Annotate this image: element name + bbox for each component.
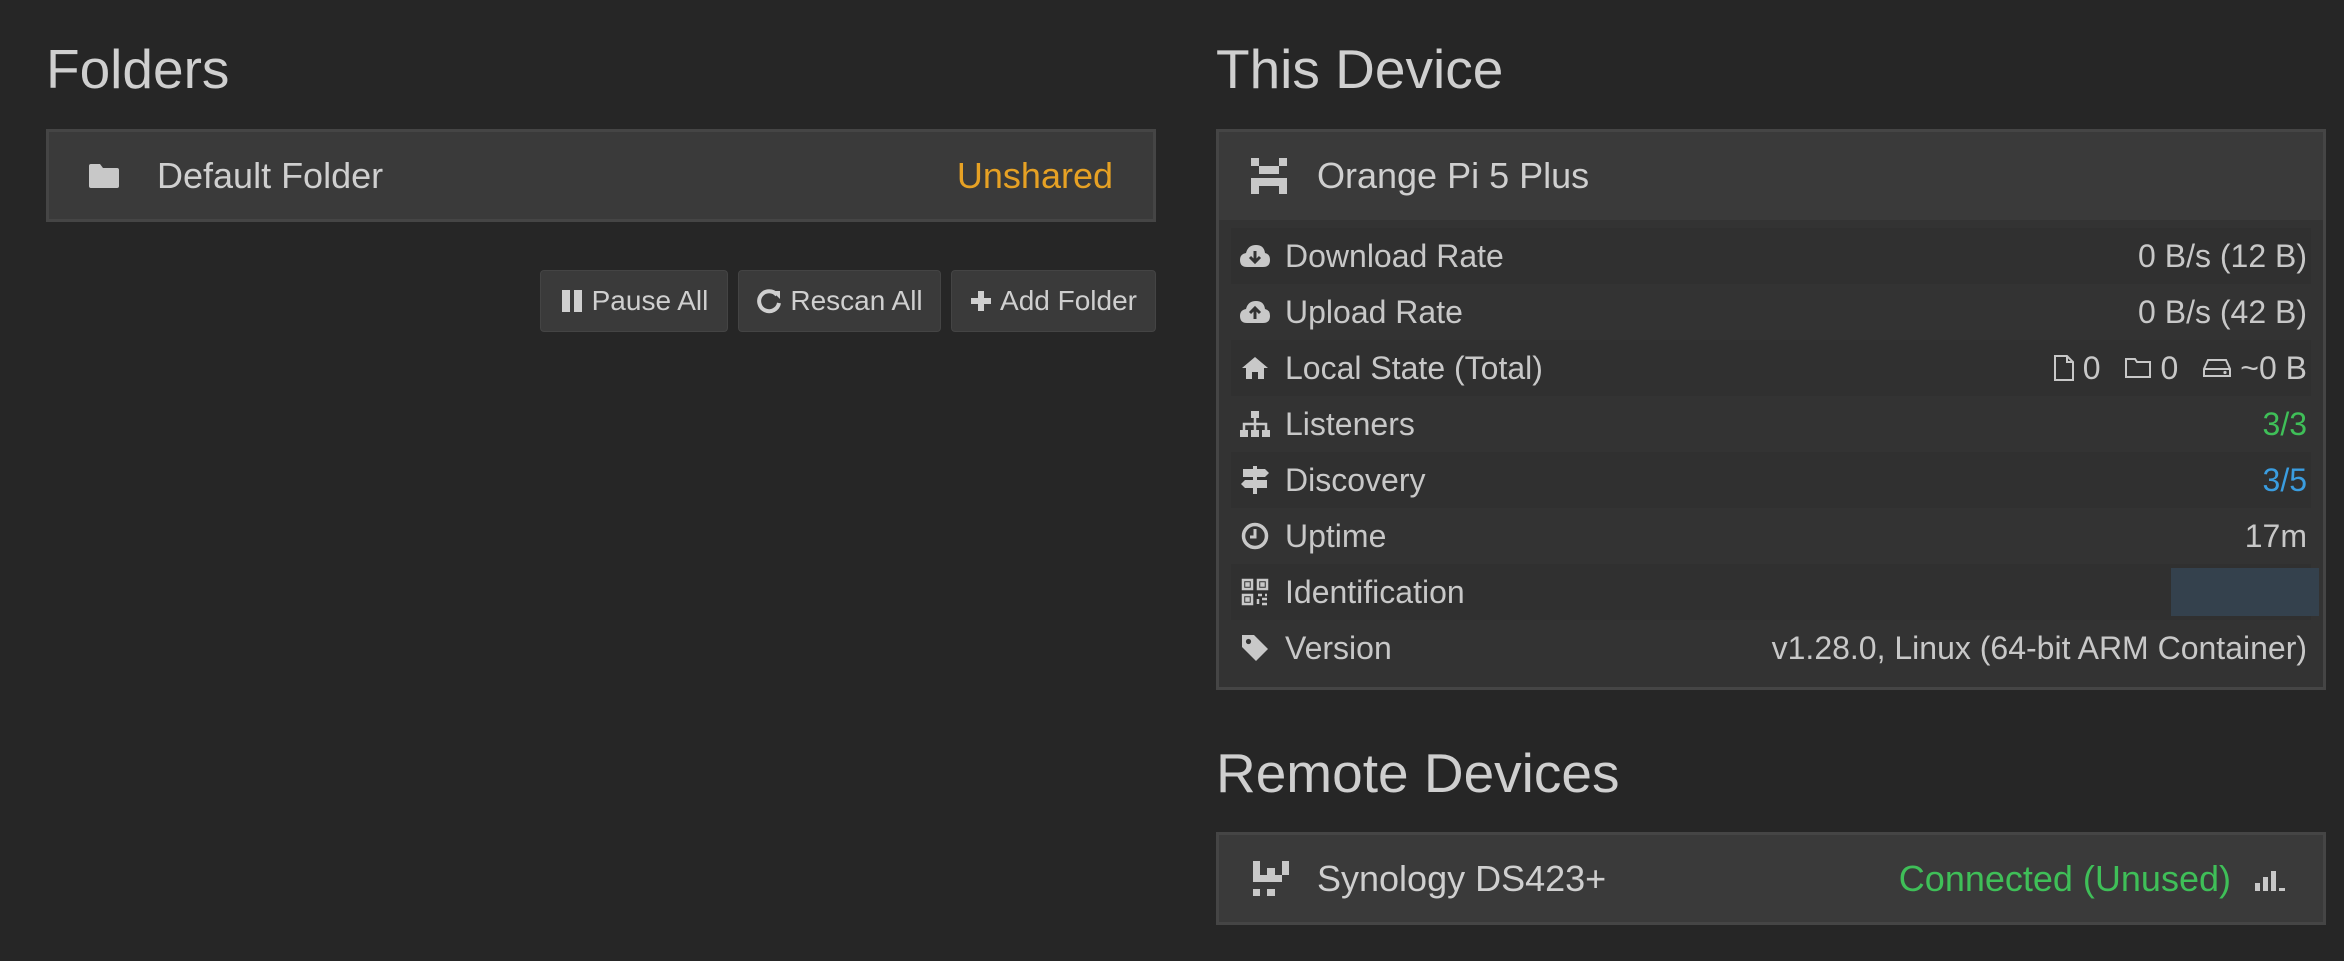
this-device-name: Orange Pi 5 Plus	[1317, 155, 1590, 196]
folder-panel-header[interactable]: Default Folder Unshared	[49, 132, 1153, 219]
remote-device-header[interactable]: Synology DS423+ Connected (Unused)	[1219, 835, 2323, 922]
sitemap-icon	[1239, 408, 1271, 440]
remote-device-name: Synology DS423+	[1317, 857, 1607, 899]
folder-outline-icon	[2124, 356, 2152, 380]
refresh-icon	[756, 288, 782, 314]
qrcode-icon	[1239, 576, 1271, 608]
local-size-value: ~0 B	[2240, 349, 2307, 386]
pause-all-button[interactable]: Pause All	[540, 270, 728, 332]
folder-status: Unshared	[956, 154, 1113, 196]
download-rate-row: Download Rate 0 B/s (12 B)	[1231, 228, 2311, 284]
identification-label: Identification	[1285, 573, 1465, 610]
plus-icon	[970, 290, 992, 312]
download-rate-label: Download Rate	[1285, 237, 1504, 274]
remote-device-panel-synology[interactable]: Synology DS423+ Connected (Unused)	[1216, 832, 2326, 925]
folders-heading: Folders	[46, 38, 230, 100]
remote-device-status: Connected (Unused)	[1898, 857, 2231, 899]
pause-all-label: Pause All	[591, 285, 709, 316]
home-icon	[1239, 352, 1271, 384]
signpost-icon	[1239, 464, 1271, 496]
tag-icon	[1239, 632, 1271, 664]
uptime-label: Uptime	[1285, 517, 1387, 554]
discovery-row[interactable]: Discovery 3/5	[1231, 452, 2311, 508]
discovery-value: 3/5	[2262, 461, 2307, 498]
local-state-row: Local State (Total) 0 0 ~0 B	[1231, 340, 2311, 396]
upload-rate-value: 0 B/s (42 B)	[2138, 293, 2307, 330]
folder-icon	[87, 162, 123, 190]
signal-bars-icon	[2253, 866, 2287, 892]
file-icon	[2053, 354, 2075, 382]
remote-devices-heading: Remote Devices	[1216, 742, 1620, 804]
clock-icon	[1239, 520, 1271, 552]
remote-identicon-icon	[1251, 859, 1291, 899]
cloud-upload-icon	[1239, 296, 1271, 328]
local-state-label: Local State (Total)	[1285, 349, 1543, 386]
listeners-row[interactable]: Listeners 3/3	[1231, 396, 2311, 452]
add-folder-label: Add Folder	[1000, 285, 1137, 316]
rescan-all-label: Rescan All	[790, 285, 923, 316]
folder-panel-default[interactable]: Default Folder Unshared	[46, 129, 1156, 222]
hdd-icon	[2202, 357, 2232, 379]
listeners-value: 3/3	[2262, 405, 2307, 442]
folder-name: Default Folder	[157, 154, 384, 196]
this-device-header[interactable]: Orange Pi 5 Plus	[1219, 132, 2323, 220]
identification-row[interactable]: Identification	[1231, 564, 2319, 620]
listeners-label: Listeners	[1285, 405, 1415, 442]
uptime-value: 17m	[2244, 517, 2307, 554]
discovery-label: Discovery	[1285, 461, 1426, 498]
rescan-all-button[interactable]: Rescan All	[738, 270, 941, 332]
this-device-panel: Orange Pi 5 Plus Download Rate 0 B/s (12…	[1216, 129, 2326, 690]
uptime-row: Uptime 17m	[1231, 508, 2311, 564]
add-folder-button[interactable]: Add Folder	[951, 270, 1156, 332]
version-label: Version	[1285, 629, 1392, 666]
upload-rate-row: Upload Rate 0 B/s (42 B)	[1231, 284, 2311, 340]
version-value: v1.28.0, Linux (64-bit ARM Container)	[1771, 629, 2307, 666]
pause-icon	[560, 288, 584, 314]
cloud-download-icon	[1239, 240, 1271, 272]
device-identicon-icon	[1249, 156, 1289, 196]
this-device-heading: This Device	[1216, 38, 1504, 100]
local-files-count: 0	[2082, 349, 2101, 386]
version-row: Version v1.28.0, Linux (64-bit ARM Conta…	[1231, 620, 2311, 676]
download-rate-value: 0 B/s (12 B)	[2138, 237, 2307, 274]
device-id-redacted[interactable]	[2171, 568, 2319, 616]
upload-rate-label: Upload Rate	[1285, 293, 1463, 330]
local-dirs-count: 0	[2160, 349, 2179, 386]
